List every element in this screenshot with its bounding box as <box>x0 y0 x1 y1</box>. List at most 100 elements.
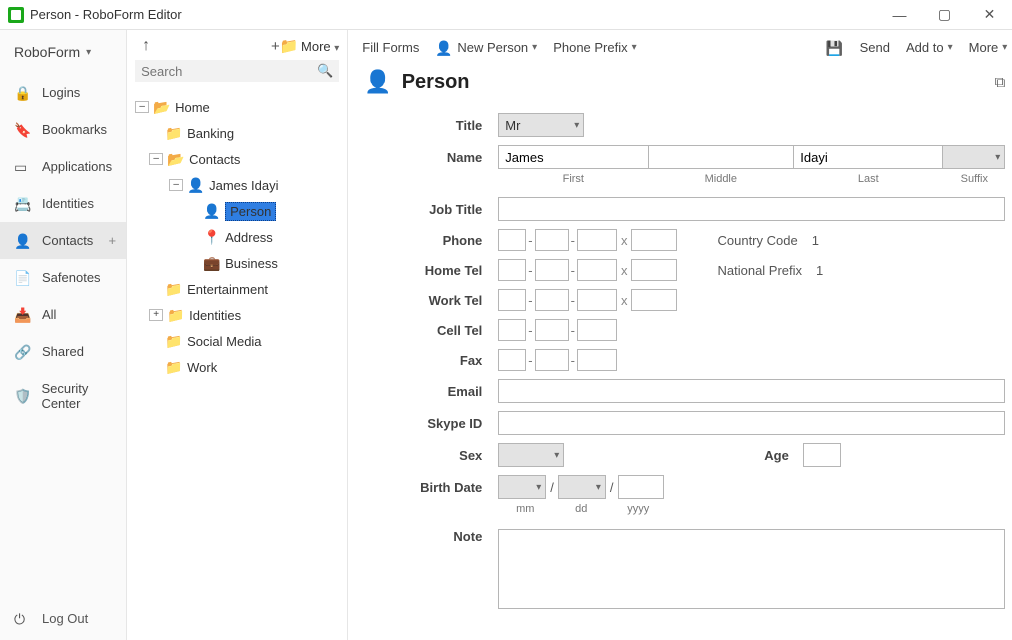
tree-item-contacts[interactable]: – 📂 Contacts <box>135 146 347 172</box>
tree-item-banking[interactable]: 📁 Banking <box>135 120 347 146</box>
field-label-age: Age <box>764 448 803 463</box>
sublabel-middle: Middle <box>648 173 793 185</box>
field-label-celltel: Cell Tel <box>380 323 498 338</box>
celltel-group: - - <box>498 319 617 341</box>
copy-icon[interactable]: ⧉ <box>995 74 1006 91</box>
sidebar-item-label: Applications <box>42 159 112 174</box>
collapse-toggle[interactable]: – <box>149 153 163 165</box>
sidebar-item-shared[interactable]: 🔗 Shared <box>0 333 126 370</box>
sidebar-item-identities[interactable]: 📇 Identities <box>0 185 126 222</box>
close-button[interactable]: ✕ <box>967 0 1012 30</box>
birth-mm-select[interactable]: ▾ <box>498 475 546 499</box>
new-person-button[interactable]: 👤 New Person ▾ <box>435 40 537 55</box>
tree-item-socialmedia[interactable]: 📁 Social Media <box>135 328 347 354</box>
suffix-select[interactable]: ▾ <box>943 145 1005 169</box>
tree-root[interactable]: – 📂 Home <box>135 94 347 120</box>
tree-item-entertainment[interactable]: 📁 Entertainment <box>135 276 347 302</box>
maximize-button[interactable]: ▢ <box>922 0 967 30</box>
sidebar-item-label: Logins <box>42 85 80 100</box>
minimize-button[interactable]: — <box>877 0 922 30</box>
fax-part3[interactable] <box>577 349 617 371</box>
phone-prefix-button[interactable]: Phone Prefix ▾ <box>553 40 636 55</box>
worktel-part3[interactable] <box>577 289 617 311</box>
chevron-down-icon: ▾ <box>334 43 339 54</box>
new-folder-button[interactable]: +📁 <box>271 37 293 55</box>
hometel-ext[interactable] <box>631 259 677 281</box>
hometel-part2[interactable] <box>535 259 569 281</box>
birth-dd-select[interactable]: ▾ <box>558 475 606 499</box>
sidebar-item-safenotes[interactable]: 📄 Safenotes <box>0 259 126 296</box>
contact-icon: 👤 <box>14 234 32 248</box>
sublabel-yyyy: yyyy <box>610 503 666 515</box>
logout-button[interactable]: ⏻ Log Out <box>0 597 126 640</box>
addto-button[interactable]: Add to ▾ <box>906 40 953 55</box>
middle-name-field[interactable] <box>648 145 793 169</box>
send-button[interactable]: Send <box>860 40 890 55</box>
job-title-field[interactable] <box>498 197 1005 221</box>
more-label: More <box>969 40 999 55</box>
nav-up-button[interactable]: ↑ <box>135 37 157 55</box>
tree-item-person[interactable]: 👤 Person <box>135 198 347 224</box>
pin-icon: 📍 <box>203 230 221 244</box>
save-icon[interactable]: 💾 <box>826 41 844 55</box>
sublabel-last: Last <box>793 173 943 185</box>
fill-forms-button[interactable]: Fill Forms <box>362 40 419 55</box>
sidebar-item-all[interactable]: 📥 All <box>0 296 126 333</box>
field-label-skype: Skype ID <box>380 416 498 431</box>
app-menu-button[interactable]: RoboForm ▾ <box>0 30 126 74</box>
chevron-down-icon: ▾ <box>948 42 953 53</box>
folder-icon: 📁 <box>165 282 183 296</box>
sidebar-item-contacts[interactable]: 👤 Contacts + <box>0 222 126 259</box>
first-name-field[interactable] <box>498 145 648 169</box>
phone-part1[interactable] <box>498 229 526 251</box>
add-contact-button[interactable]: + <box>109 233 117 248</box>
sidebar-item-security-center[interactable]: 🛡️ Security Center <box>0 370 126 422</box>
note-field[interactable] <box>498 529 1005 609</box>
phone-part3[interactable] <box>577 229 617 251</box>
title-select[interactable]: Mr ▾ <box>498 113 584 137</box>
phone-ext[interactable] <box>631 229 677 251</box>
worktel-ext[interactable] <box>631 289 677 311</box>
field-label-name: Name <box>380 150 498 165</box>
expand-toggle[interactable]: + <box>149 309 163 321</box>
birth-yyyy-field[interactable] <box>618 475 664 499</box>
tree-item-address[interactable]: 📍 Address <box>135 224 347 250</box>
fax-part2[interactable] <box>535 349 569 371</box>
hometel-part3[interactable] <box>577 259 617 281</box>
all-icon: 📥 <box>14 308 32 322</box>
celltel-part3[interactable] <box>577 319 617 341</box>
email-field[interactable] <box>498 379 1005 403</box>
sublabel-suffix: Suffix <box>943 173 1005 185</box>
celltel-part2[interactable] <box>535 319 569 341</box>
celltel-part1[interactable] <box>498 319 526 341</box>
tree-item-work[interactable]: 📁 Work <box>135 354 347 380</box>
sex-select[interactable]: ▾ <box>498 443 564 467</box>
search-input[interactable] <box>141 64 317 79</box>
last-name-field[interactable] <box>793 145 943 169</box>
skype-field[interactable] <box>498 411 1005 435</box>
tree-search[interactable]: 🔍 <box>135 60 339 82</box>
app-menu-label: RoboForm <box>14 44 80 60</box>
collapse-toggle[interactable]: – <box>169 179 183 191</box>
tree-more-button[interactable]: More ▾ <box>301 39 339 54</box>
sidebar-item-applications[interactable]: ▭ Applications <box>0 148 126 185</box>
tree-item-label: James Idayi <box>209 178 278 193</box>
tree-item-business[interactable]: 💼 Business <box>135 250 347 276</box>
chevron-down-icon: ▾ <box>86 47 91 58</box>
tree-item-james[interactable]: – 👤 James Idayi <box>135 172 347 198</box>
fax-part1[interactable] <box>498 349 526 371</box>
age-field[interactable] <box>803 443 841 467</box>
window-title: Person - RoboForm Editor <box>30 7 182 22</box>
hometel-part1[interactable] <box>498 259 526 281</box>
phone-part2[interactable] <box>535 229 569 251</box>
identities-icon: 📇 <box>14 197 32 211</box>
collapse-toggle[interactable]: – <box>135 101 149 113</box>
sidebar-item-label: Bookmarks <box>42 122 107 137</box>
sidebar-item-logins[interactable]: 🔒 Logins <box>0 74 126 111</box>
worktel-part2[interactable] <box>535 289 569 311</box>
tree-item-identities[interactable]: + 📁 Identities <box>135 302 347 328</box>
field-label-note: Note <box>380 529 498 544</box>
worktel-part1[interactable] <box>498 289 526 311</box>
detail-more-button[interactable]: More ▾ <box>969 40 1008 55</box>
sidebar-item-bookmarks[interactable]: 🔖 Bookmarks <box>0 111 126 148</box>
